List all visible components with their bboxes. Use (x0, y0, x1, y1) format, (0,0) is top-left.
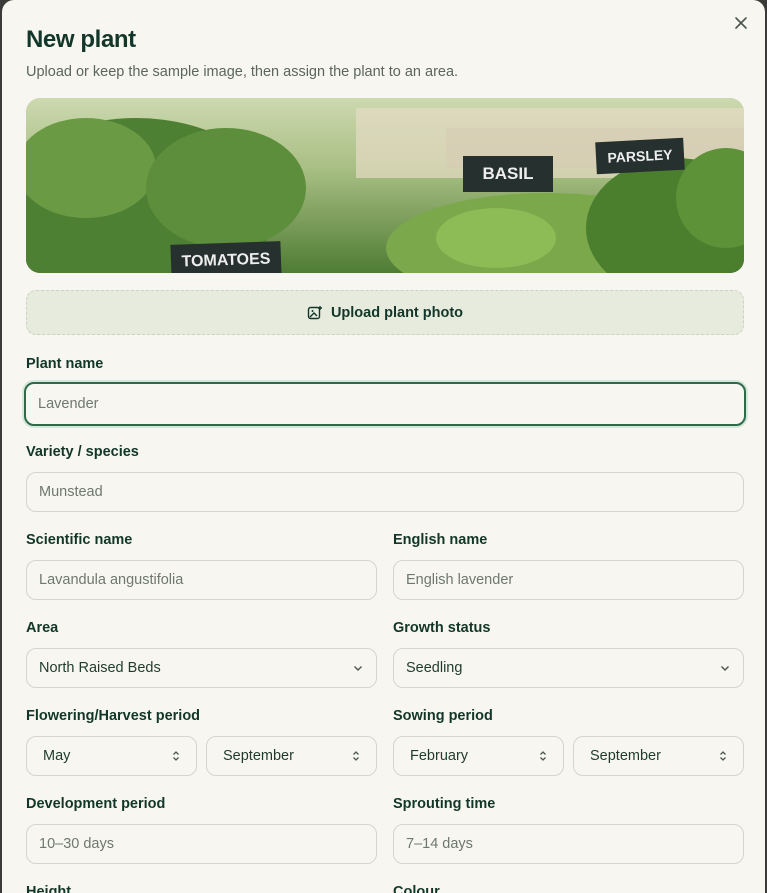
area-label: Area (26, 620, 59, 636)
chevron-down-icon (354, 666, 362, 671)
tomatoes-tag: TOMATOES (170, 241, 282, 273)
sowing-to-select[interactable]: September (573, 736, 744, 776)
area-select[interactable]: North Raised Beds (26, 648, 377, 688)
height-label: Height (26, 884, 72, 893)
variety-label: Variety / species (26, 444, 139, 460)
sprouting-time-label: Sprouting time (393, 796, 496, 812)
english-name-input[interactable] (393, 560, 744, 600)
chevron-up-down-icon (540, 751, 546, 761)
dialog-subtitle: Upload or keep the sample image, then as… (26, 64, 459, 80)
sowing-period-label: Sowing period (393, 708, 493, 724)
flowering-to-value: September (223, 748, 294, 764)
upload-label: Upload plant photo (330, 304, 464, 321)
chevron-up-down-icon (353, 751, 359, 761)
sprouting-time-input[interactable] (393, 824, 744, 864)
plant-name-label: Plant name (26, 356, 104, 372)
sowing-to-value: September (590, 748, 661, 764)
image-add-icon (307, 305, 322, 319)
scientific-name-label: Scientific name (26, 532, 133, 548)
sowing-from-select[interactable]: February (393, 736, 564, 776)
development-period-label: Development period (26, 796, 166, 812)
english-name-label: English name (393, 532, 488, 548)
chevron-up-down-icon (720, 751, 726, 761)
close-button[interactable] (731, 14, 751, 34)
growth-status-select[interactable]: Seedling (393, 648, 744, 688)
flowering-from-value: May (43, 748, 71, 764)
close-icon (735, 16, 747, 29)
dialog-title: New plant (26, 26, 136, 53)
new-plant-dialog: New plant Upload or keep the sample imag… (2, 0, 765, 893)
sowing-from-value: February (410, 748, 469, 764)
development-period-input[interactable] (26, 824, 377, 864)
growth-status-value: Seedling (406, 660, 463, 676)
plant-image: TOMATOES BASIL PARSLEY (26, 98, 744, 273)
scientific-name-input[interactable] (26, 560, 377, 600)
flowering-from-select[interactable]: May (26, 736, 197, 776)
area-value: North Raised Beds (39, 660, 161, 676)
basil-tag: BASIL (463, 156, 553, 192)
upload-photo-button[interactable]: Upload plant photo (26, 290, 744, 335)
flowering-to-select[interactable]: September (206, 736, 377, 776)
variety-input[interactable] (26, 472, 744, 512)
parsley-tag: PARSLEY (595, 137, 685, 175)
flowering-period-label: Flowering/Harvest period (26, 708, 201, 724)
chevron-down-icon (721, 666, 729, 671)
chevron-up-down-icon (173, 751, 179, 761)
colour-label: Colour (393, 884, 440, 893)
plant-name-input[interactable] (24, 382, 746, 426)
growth-status-label: Growth status (393, 620, 491, 636)
